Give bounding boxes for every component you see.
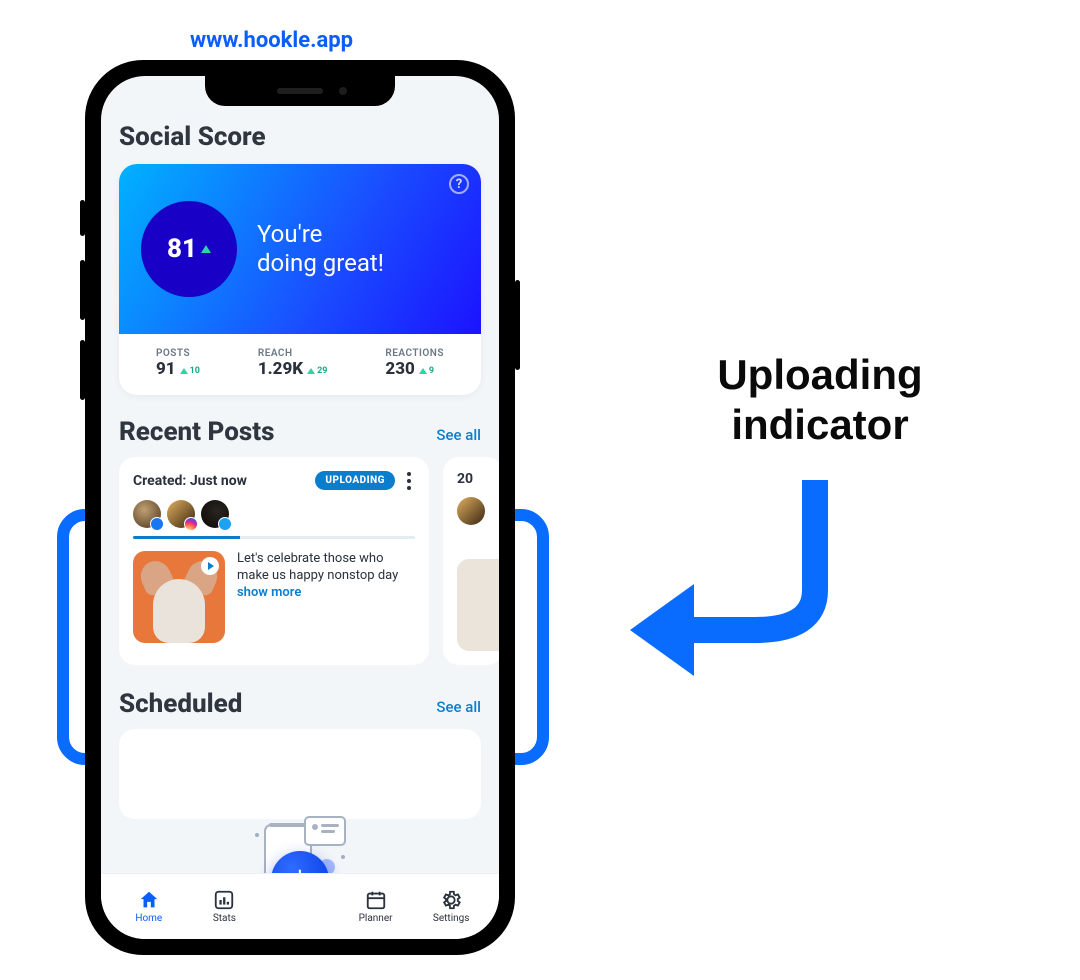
social-score-title: Social Score bbox=[119, 122, 481, 152]
phone-notch bbox=[205, 76, 395, 106]
avatar[interactable] bbox=[201, 500, 229, 528]
stat-label: REACTIONS bbox=[385, 348, 444, 359]
annotation-line2: indicator bbox=[731, 401, 908, 448]
score-message-line1: You're bbox=[257, 220, 322, 248]
avatar[interactable] bbox=[457, 497, 485, 525]
annotation-line1: Uploading bbox=[717, 351, 922, 398]
post-thumbnail[interactable] bbox=[133, 551, 225, 643]
recent-posts-scroller[interactable]: Created: Just now UPLOADING bbox=[119, 457, 499, 665]
score-message: You're doing great! bbox=[257, 220, 384, 278]
recent-posts-header: Recent Posts See all bbox=[119, 417, 481, 447]
score-message-line2: doing great! bbox=[257, 249, 384, 277]
more-menu-icon[interactable] bbox=[403, 472, 415, 490]
post-card-peek[interactable]: 20 bbox=[443, 457, 499, 665]
phone-side-button bbox=[80, 340, 85, 400]
phone-side-button bbox=[80, 260, 85, 320]
scheduled-header: Scheduled See all bbox=[119, 689, 481, 719]
stats-row: POSTS 91 10 REACH 1.29K 29 bbox=[119, 334, 481, 395]
stat-value: 1.29K bbox=[258, 359, 303, 379]
uploading-badge: UPLOADING bbox=[315, 471, 395, 490]
annotation-arrow-icon bbox=[620, 460, 900, 700]
dog-body-icon bbox=[153, 579, 205, 643]
post-peek-date: 20 bbox=[457, 471, 499, 487]
bottom-nav: Home Stats Planner Settings bbox=[101, 873, 499, 939]
upload-progress-bar bbox=[133, 536, 415, 539]
nav-settings[interactable]: Settings bbox=[420, 889, 482, 924]
see-all-scheduled-link[interactable]: See all bbox=[436, 698, 481, 716]
nav-home[interactable]: Home bbox=[118, 889, 180, 924]
stat-label: REACH bbox=[258, 348, 328, 359]
nav-stats[interactable]: Stats bbox=[193, 889, 255, 924]
stat-delta: 9 bbox=[419, 366, 434, 376]
phone-frame: Social Score ? 81 You're doing great! P bbox=[85, 60, 515, 955]
upload-progress-fill bbox=[133, 536, 240, 539]
avatar[interactable] bbox=[133, 500, 161, 528]
phone-side-button bbox=[515, 280, 520, 370]
score-value: 81 bbox=[167, 234, 197, 264]
help-icon[interactable]: ? bbox=[449, 174, 469, 194]
stat-reactions[interactable]: REACTIONS 230 9 bbox=[385, 348, 444, 379]
page-url: www.hookle.app bbox=[190, 28, 353, 53]
social-score-card[interactable]: ? 81 You're doing great! POSTS 91 bbox=[119, 164, 481, 395]
nav-label: Stats bbox=[213, 913, 236, 924]
channel-avatars bbox=[133, 500, 415, 528]
score-hero: ? 81 You're doing great! bbox=[119, 164, 481, 334]
nav-label: Planner bbox=[359, 913, 393, 924]
post-created-label: Created: Just now bbox=[133, 473, 247, 489]
phone-side-button bbox=[80, 200, 85, 236]
play-icon[interactable] bbox=[201, 557, 219, 575]
stat-reach[interactable]: REACH 1.29K 29 bbox=[258, 348, 328, 379]
camera-icon bbox=[339, 87, 347, 95]
stat-delta: 10 bbox=[180, 366, 200, 376]
nav-label: Settings bbox=[433, 913, 470, 924]
twitter-icon bbox=[218, 517, 232, 531]
stats-icon bbox=[213, 889, 235, 911]
trend-up-icon bbox=[419, 368, 427, 374]
trend-up-icon bbox=[201, 245, 211, 253]
stat-value: 230 bbox=[385, 359, 414, 379]
gear-icon bbox=[440, 889, 462, 911]
annotation-label: Uploading indicator bbox=[620, 350, 1020, 451]
post-text: Let's celebrate those who make us happy … bbox=[237, 551, 415, 643]
score-circle: 81 bbox=[141, 201, 237, 297]
calendar-icon bbox=[365, 889, 387, 911]
show-more-link[interactable]: show more bbox=[237, 585, 415, 602]
post-card[interactable]: Created: Just now UPLOADING bbox=[119, 457, 429, 665]
post-thumbnail bbox=[457, 559, 499, 651]
avatar[interactable] bbox=[167, 500, 195, 528]
home-icon bbox=[138, 889, 160, 911]
trend-up-icon bbox=[180, 368, 188, 374]
nav-label: Home bbox=[135, 913, 162, 924]
speaker-icon bbox=[277, 88, 323, 94]
phone-screen: Social Score ? 81 You're doing great! P bbox=[101, 76, 499, 939]
nav-planner[interactable]: Planner bbox=[345, 889, 407, 924]
trend-up-icon bbox=[307, 368, 315, 374]
post-text-content: Let's celebrate those who make us happy … bbox=[237, 551, 398, 583]
stat-value: 91 bbox=[156, 359, 176, 379]
stat-delta: 29 bbox=[307, 366, 327, 376]
stat-posts[interactable]: POSTS 91 10 bbox=[156, 348, 200, 379]
scheduled-title: Scheduled bbox=[119, 689, 242, 719]
facebook-icon bbox=[150, 517, 164, 531]
instagram-icon bbox=[184, 517, 198, 531]
see-all-recent-link[interactable]: See all bbox=[436, 426, 481, 444]
stat-label: POSTS bbox=[156, 348, 200, 359]
recent-posts-title: Recent Posts bbox=[119, 417, 274, 447]
